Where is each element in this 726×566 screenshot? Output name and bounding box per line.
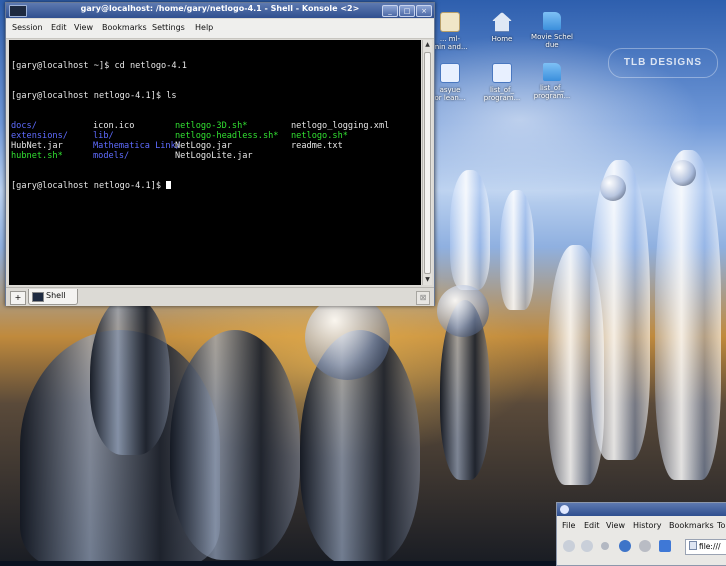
forward-icon[interactable] [581,540,593,552]
ls-entry-file: readme.txt [291,141,343,151]
maximize-button[interactable]: □ [399,5,415,17]
ls-entry-file: netlogo_logging.xml [291,121,390,131]
terminal-prompt: [gary@localhost netlogo-4.1]$ [11,181,167,191]
ls-entry-file: HubNet.jar [11,141,63,151]
menu-tools[interactable]: To [717,521,725,530]
history-dropdown-icon[interactable] [601,542,609,550]
desktop-icon-label: list_of_ program... [533,84,571,100]
menu-file[interactable]: File [562,521,575,530]
navigation-toolbar: file:/// [557,536,726,558]
back-icon[interactable] [563,540,575,552]
terminal-output[interactable]: [gary@localhost ~]$ cd netlogo-4.1 [gary… [9,40,421,285]
window-titlebar[interactable]: gary@localhost: /home/gary/netlogo-4.1 -… [6,3,434,18]
menu-bookmarks[interactable]: Bookmarks [102,23,147,32]
close-tab-button[interactable]: ⊠ [416,291,430,305]
url-bar[interactable]: file:/// [685,539,726,555]
scroll-up-arrow-icon[interactable]: ▲ [423,40,432,50]
terminal-cursor [166,181,172,189]
scroll-down-arrow-icon[interactable]: ▼ [423,275,432,285]
glass-king-piece [655,150,721,480]
ls-entry-file: NetLogoLite.jar [175,151,253,161]
ls-entry-exe: netlogo-3D.sh* [175,121,248,131]
glass-piece-head [670,160,696,186]
ls-entry-dir: docs/ [11,121,37,131]
reload-icon[interactable] [619,540,631,552]
menu-session[interactable]: Session [12,23,43,32]
menu-edit[interactable]: Edit [584,521,600,530]
ls-entry-dir: extensions/ [11,131,68,141]
minimize-button[interactable]: _ [382,5,398,17]
url-text: file:/// [699,542,721,551]
glass-piece-head [600,175,626,201]
ls-entry-dir: lib/ [93,131,114,141]
desktop-icon-folder[interactable]: Movie Schel due [522,12,582,49]
terminal-line: [gary@localhost netlogo-4.1]$ ls [11,91,177,101]
scrollbar-thumb[interactable] [424,52,431,274]
terminal-line: [gary@localhost ~]$ cd netlogo-4.1 [11,61,187,71]
menu-bar: Session Edit View Bookmarks Settings Hel… [6,19,434,39]
ls-entry-exe: hubnet.sh* [11,151,63,161]
ls-entry-dir: models/ [93,151,130,161]
tab-shell[interactable]: Shell [28,289,78,305]
terminal-prompt-line: [gary@localhost netlogo-4.1]$ [11,181,421,191]
tab-label: Shell [46,291,66,300]
session-tab-bar: + Shell ⊠ [6,287,434,306]
wallpaper-watermark: TLB DESIGNS [608,48,718,78]
browser-icon [560,505,569,514]
glass-pawn-piece [500,190,534,310]
ls-entry-file: icon.ico [93,121,135,131]
menu-help[interactable]: Help [195,23,213,32]
glass-bishop-piece [548,245,604,485]
ls-entry-exe: netlogo.sh* [291,131,348,141]
terminal-scrollbar[interactable]: ▲ ▼ [422,40,432,285]
ls-entry-dir: Mathematica Link/ [93,141,181,151]
terminal-icon [32,292,44,302]
dark-rook-piece [90,295,170,455]
browser-menu-bar: File Edit View History Bookmarks To [557,518,726,534]
glass-knight-piece [450,170,490,290]
document-icon [440,12,460,32]
desktop-icon-folder[interactable]: list_of_ program... [522,63,582,100]
dark-piece-head [305,295,390,380]
menu-view[interactable]: View [606,521,625,530]
webpage-icon [492,63,512,83]
desktop-icon-label: Movie Schel due [531,33,573,49]
webpage-icon [440,63,460,83]
home-icon [492,12,512,32]
dark-piece-head [437,285,489,337]
new-tab-button[interactable]: + [10,291,26,305]
page-icon [689,541,697,550]
menu-settings[interactable]: Settings [152,23,185,32]
ls-listing: docs/icon.ico netlogo-3D.sh* netlogo_loggi… [11,121,421,161]
browser-titlebar[interactable] [557,503,726,516]
menu-history[interactable]: History [633,521,661,530]
ls-entry-exe: netlogo-headless.sh* [175,131,279,141]
close-button[interactable]: × [416,5,432,17]
menu-view[interactable]: View [74,23,93,32]
browser-window[interactable]: File Edit View History Bookmarks To file… [556,502,726,566]
konsole-window[interactable]: gary@localhost: /home/gary/netlogo-4.1 -… [5,2,435,306]
folder-icon [543,12,561,30]
menu-bookmarks[interactable]: Bookmarks [669,521,714,530]
stop-icon[interactable] [639,540,651,552]
folder-icon [543,63,561,81]
ls-entry-file: NetLogo.jar [175,141,232,151]
home-icon[interactable] [659,540,671,552]
dark-knight-piece [170,330,300,560]
menu-edit[interactable]: Edit [51,23,67,32]
window-title: gary@localhost: /home/gary/netlogo-4.1 -… [80,4,360,13]
